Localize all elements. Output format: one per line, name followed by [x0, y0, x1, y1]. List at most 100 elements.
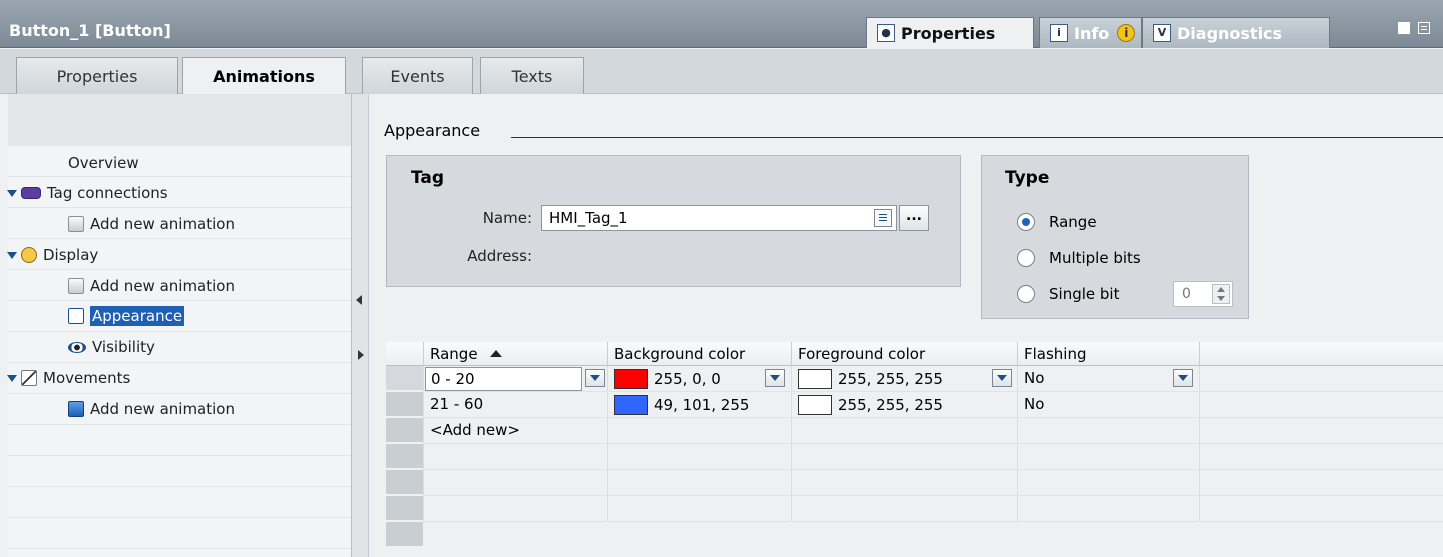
column-header-background-color[interactable]: Background color	[607, 342, 791, 366]
foreground-color-swatch	[798, 395, 832, 415]
radio-label: Single bit	[1049, 285, 1120, 303]
flashing-dropdown-icon[interactable]	[1173, 369, 1193, 387]
table-row-empty	[423, 496, 1443, 522]
range-value: 0 - 20	[431, 370, 475, 388]
sort-ascending-icon	[490, 350, 503, 357]
add-animation-icon	[68, 278, 84, 294]
table-row[interactable]: 21 - 60 49, 101, 255 255, 255, 255 No	[423, 392, 1443, 418]
tag-connection-icon	[21, 187, 41, 199]
spinner-arrows-icon[interactable]	[1212, 284, 1230, 304]
column-header-empty	[1199, 342, 1443, 366]
tab-events[interactable]: Events	[362, 57, 473, 94]
name-label: Name:	[482, 209, 532, 227]
empty-cell	[1017, 418, 1199, 443]
nav-item-tag-connections[interactable]: Tag connections	[7, 180, 168, 206]
tag-name-field[interactable]: HMI_Tag_1	[541, 205, 897, 231]
nav-item-display[interactable]: Display	[7, 242, 98, 268]
inspector-tab-label: Properties	[901, 23, 996, 43]
type-option-single-bit[interactable]: Single bit	[1017, 285, 1119, 303]
expand-right-icon[interactable]	[358, 350, 364, 360]
panel-splitter[interactable]	[352, 94, 369, 557]
radio-label: Multiple bits	[1049, 249, 1141, 267]
inspector-tab-label: Diagnostics	[1177, 23, 1283, 43]
foreground-color-cell[interactable]: 255, 255, 255	[791, 366, 1017, 391]
background-color-cell[interactable]: 255, 0, 0	[607, 366, 791, 391]
background-color-value: 255, 0, 0	[654, 370, 721, 388]
row-header[interactable]	[386, 392, 423, 417]
tag-list-icon[interactable]	[874, 209, 892, 227]
background-color-swatch	[614, 395, 648, 415]
empty-cell	[1199, 418, 1443, 443]
row-header[interactable]	[386, 444, 423, 469]
range-dropdown-icon[interactable]	[585, 369, 605, 387]
foreground-color-swatch	[798, 369, 832, 389]
inspector-title-bar: Button_1 [Button] ● Properties i Info i …	[0, 0, 1443, 48]
flashing-cell[interactable]: No	[1017, 392, 1199, 417]
column-header-foreground-color[interactable]: Foreground color	[791, 342, 1017, 366]
nav-item-label: Add new animation	[90, 277, 235, 295]
nav-item-add-animation[interactable]: Add new animation	[68, 211, 235, 237]
type-option-multiple-bits[interactable]: Multiple bits	[1017, 249, 1141, 267]
range-cell[interactable]: 21 - 60	[423, 392, 607, 417]
column-header-flashing[interactable]: Flashing	[1017, 342, 1199, 366]
table-row-add-new[interactable]: <Add new>	[423, 418, 1443, 444]
row-header[interactable]	[386, 522, 423, 547]
row-header[interactable]	[386, 366, 423, 391]
background-color-cell[interactable]: 49, 101, 255	[607, 392, 791, 417]
table-row-empty	[423, 470, 1443, 496]
foreground-color-value: 255, 255, 255	[838, 396, 943, 414]
browse-tag-button[interactable]: ...	[899, 205, 929, 231]
empty-cell	[1199, 366, 1443, 391]
radio-multiple-bits[interactable]	[1017, 249, 1035, 267]
add-animation-blue-icon	[68, 401, 84, 417]
nav-bands	[8, 146, 351, 557]
row-header[interactable]	[386, 470, 423, 495]
row-header[interactable]	[386, 496, 423, 521]
collapse-left-icon[interactable]	[356, 295, 362, 305]
foreground-color-dropdown-icon[interactable]	[992, 369, 1012, 387]
nav-item-label: Display	[43, 246, 99, 264]
nav-item-movements[interactable]: Movements	[7, 365, 130, 391]
window-title: Button_1 [Button]	[9, 21, 171, 40]
column-header-range[interactable]: Range	[423, 342, 607, 366]
visibility-icon	[68, 341, 86, 353]
single-bit-spinner[interactable]: 0	[1173, 281, 1233, 307]
range-editor[interactable]: 0 - 20	[425, 367, 582, 391]
add-animation-icon	[68, 216, 84, 232]
inspector-tab-info[interactable]: i Info i	[1039, 17, 1142, 48]
inspector-tab-diagnostics[interactable]: V Diagnostics	[1142, 17, 1330, 48]
table-row-empty	[423, 444, 1443, 470]
section-title: Appearance	[384, 121, 481, 140]
float-window-icon[interactable]	[1398, 22, 1410, 34]
expand-arrow-icon[interactable]	[7, 251, 17, 259]
tab-properties[interactable]: Properties	[16, 57, 178, 94]
info-badge-icon: i	[1117, 24, 1136, 42]
type-option-range[interactable]: Range	[1017, 213, 1097, 231]
table-row[interactable]: 0 - 20 255, 0, 0 255, 255, 255 No	[423, 366, 1443, 392]
background-color-dropdown-icon[interactable]	[765, 369, 785, 387]
add-new-cell[interactable]: <Add new>	[423, 418, 607, 443]
range-cell[interactable]: 0 - 20	[423, 366, 607, 391]
tab-animations[interactable]: Animations	[182, 57, 346, 95]
nav-item-visibility[interactable]: Visibility	[68, 334, 155, 360]
foreground-color-cell[interactable]: 255, 255, 255	[791, 392, 1017, 417]
nav-item-add-animation[interactable]: Add new animation	[68, 273, 235, 299]
maximize-window-icon[interactable]	[1418, 22, 1430, 34]
nav-item-appearance[interactable]: Appearance	[68, 303, 185, 329]
expand-arrow-icon[interactable]	[7, 189, 17, 197]
radio-single-bit[interactable]	[1017, 285, 1035, 303]
flashing-cell[interactable]: No	[1017, 366, 1199, 391]
nav-item-add-animation[interactable]: Add new animation	[68, 396, 235, 422]
nav-header	[8, 94, 351, 146]
nav-item-label: Tag connections	[47, 184, 168, 202]
diagnostics-icon: V	[1153, 24, 1171, 42]
tab-texts[interactable]: Texts	[480, 57, 584, 94]
appearance-panel: Appearance Tag Name: HMI_Tag_1 ... Addre…	[369, 94, 1443, 557]
radio-range[interactable]	[1017, 213, 1035, 231]
row-header[interactable]	[386, 418, 423, 443]
type-group: Type Range Multiple bits Single bit 0	[981, 155, 1249, 319]
inspector-tab-properties[interactable]: ● Properties	[866, 17, 1034, 48]
nav-item-overview[interactable]: Overview	[68, 150, 139, 176]
radio-label: Range	[1049, 213, 1097, 231]
expand-arrow-icon[interactable]	[7, 374, 17, 382]
